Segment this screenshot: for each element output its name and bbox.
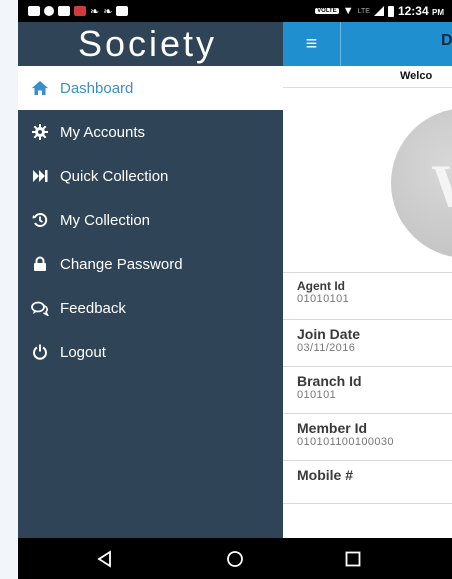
fast-forward-icon (28, 169, 52, 183)
page-title: D (441, 32, 452, 49)
nav-label: Logout (60, 343, 106, 361)
agent-id-value: 01010101 (297, 293, 350, 305)
profile-header: W (283, 88, 452, 272)
mobile-label: Mobile # (297, 467, 354, 483)
home-icon (28, 80, 52, 96)
nav-label: My Accounts (60, 123, 146, 141)
join-date-label: Join Date (297, 326, 361, 342)
mobile-row: Mobile # (283, 460, 452, 504)
app-notification-icon: ❧ (90, 5, 100, 18)
nav-item-my-accounts[interactable]: My Accounts (18, 110, 283, 154)
menu-button[interactable]: ≡ (283, 22, 341, 66)
nav-item-my-collection[interactable]: My Collection (18, 198, 283, 242)
signal-icon (373, 6, 384, 16)
wifi-icon: ▼ (342, 5, 354, 17)
branch-id-row: Branch Id 010101 (283, 366, 452, 413)
member-id-value: 010101100100030 (297, 436, 394, 448)
back-triangle-icon (97, 550, 111, 568)
lock-icon (28, 256, 52, 272)
app-notification-icon: ❧ (103, 5, 113, 18)
bag-icon (116, 6, 129, 16)
nav-item-quick-collection[interactable]: Quick Collection (18, 154, 283, 198)
location-icon (44, 6, 54, 16)
welcome-text: Welco (400, 70, 433, 82)
nav-item-change-password[interactable]: Change Password (18, 242, 283, 286)
navigation-drawer: Society Dashboard My Accounts Quick Coll… (18, 22, 283, 538)
home-button[interactable] (224, 548, 246, 570)
volte-indicator: VOLTE (315, 8, 339, 14)
power-icon (28, 344, 52, 360)
status-bar: ❧ ❧ VOLTE ▼ LTE 12:34 PM (18, 0, 452, 22)
app-bar: ≡ D (283, 22, 452, 66)
recents-button[interactable] (342, 548, 364, 570)
branch-id-value: 010101 (297, 389, 337, 401)
recents-square-icon (345, 551, 361, 567)
nav-item-logout[interactable]: Logout (18, 330, 283, 374)
app-notification-icon (74, 6, 86, 16)
home-circle-icon (227, 551, 243, 567)
drawer-title: Society (18, 22, 283, 66)
comments-icon (28, 301, 52, 316)
nav-label: Dashboard (60, 79, 134, 97)
join-date-row: Join Date 03/11/2016 (283, 319, 452, 366)
nav-label: Change Password (60, 255, 183, 273)
welcome-banner: Welco (283, 66, 452, 88)
member-id-label: Member Id (297, 420, 368, 436)
back-button[interactable] (94, 548, 116, 570)
nav-label: Quick Collection (60, 167, 169, 185)
battery-icon (387, 5, 394, 17)
agent-id-row: Agent Id 01010101 (283, 272, 452, 319)
nav-item-dashboard[interactable]: Dashboard (18, 66, 283, 110)
lte-indicator: LTE (357, 7, 370, 15)
hamburger-icon: ≡ (305, 32, 318, 55)
nav-label: Feedback (60, 299, 126, 317)
branch-id-label: Branch Id (297, 373, 362, 389)
gear-icon (28, 124, 52, 140)
history-icon (28, 212, 52, 228)
avatar-letter: W (431, 152, 452, 221)
join-date-value: 03/11/2016 (297, 342, 356, 354)
system-navigation-bar (18, 538, 452, 579)
notification-icons: ❧ ❧ (18, 5, 129, 18)
photo-icon (58, 6, 70, 16)
clock: 12:34 PM (397, 4, 444, 18)
app-screen: ❧ ❧ VOLTE ▼ LTE 12:34 PM ≡ D Welco W Age… (18, 0, 452, 579)
nav-item-feedback[interactable]: Feedback (18, 286, 283, 330)
profile-details: Agent Id 01010101 Join Date 03/11/2016 B… (283, 272, 452, 504)
member-id-row: Member Id 010101100100030 (283, 413, 452, 460)
agent-id-label: Agent Id (297, 279, 345, 293)
message-icon (28, 6, 40, 16)
nav-label: My Collection (60, 211, 151, 229)
